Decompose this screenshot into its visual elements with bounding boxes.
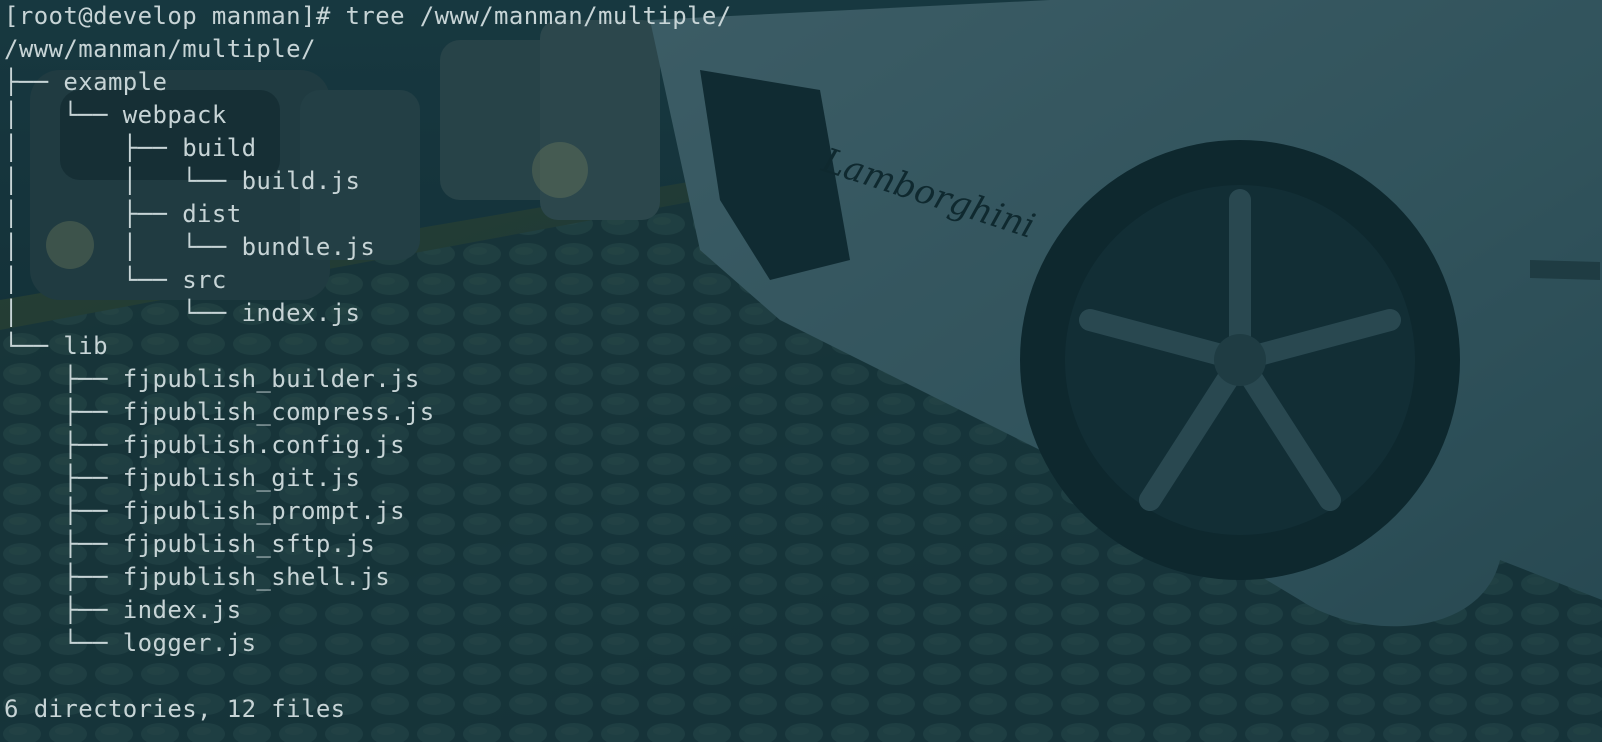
tree-root-path: /www/manman/multiple/ [4, 35, 316, 63]
prompt-line: [root@develop manman]# tree /www/manman/… [4, 2, 732, 30]
tree-line: ├── index.js [4, 596, 242, 624]
tree-line: │ └── webpack [4, 101, 227, 129]
tree-line: │ ├── build [4, 134, 257, 162]
summary-line: 6 directories, 12 files [4, 695, 346, 723]
tree-line: │ │ └── bundle.js [4, 233, 376, 261]
tree-line: ├── fjpublish_builder.js [4, 365, 420, 393]
tree-line: │ ├── dist [4, 200, 242, 228]
tree-line: ├── fjpublish_prompt.js [4, 497, 405, 525]
tree-line: ├── fjpublish_shell.js [4, 563, 391, 591]
tree-line: │ └── src [4, 266, 227, 294]
tree-line: │ │ └── build.js [4, 167, 361, 195]
tree-line: └── lib [4, 332, 108, 360]
terminal-window[interactable]: Lamborghini [root@develop manman]# tree … [0, 0, 1602, 742]
tree-line: └── logger.js [4, 629, 257, 657]
tree-line: ├── fjpublish.config.js [4, 431, 405, 459]
tree-line: ├── fjpublish_compress.js [4, 398, 435, 426]
tree-line: ├── example [4, 68, 168, 96]
tree-line: │ └── index.js [4, 299, 361, 327]
tree-line: ├── fjpublish_git.js [4, 464, 361, 492]
tree-line: ├── fjpublish_sftp.js [4, 530, 376, 558]
